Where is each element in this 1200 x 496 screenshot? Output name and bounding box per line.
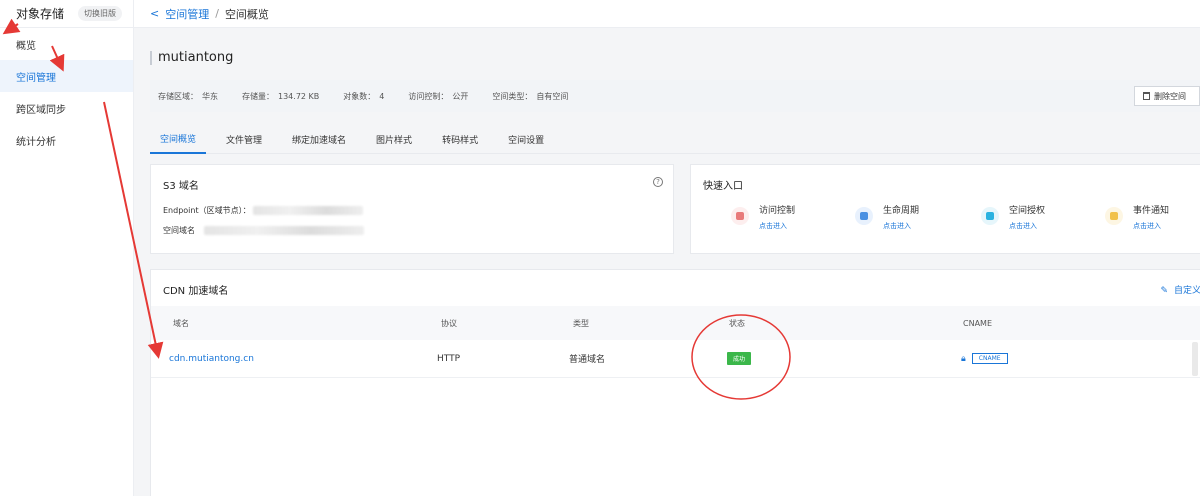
info-type-value: 自有空间 — [536, 91, 569, 101]
help-icon[interactable]: ? — [653, 177, 663, 187]
sidebar-item-overview[interactable]: 概览 — [0, 28, 133, 60]
column-header-status: 状态 — [729, 318, 745, 328]
info-objects: 对象数： 4 — [343, 91, 384, 102]
info-region: 存储区域： 华东 — [158, 91, 218, 102]
quick-item-label: 访问控制 — [759, 206, 796, 216]
main-content: mutiantong 存储区域： 华东 存储量： 134.72 KB 对象数： 4 访… — [134, 28, 1200, 496]
status-badge: 成功 — [727, 352, 752, 365]
breadcrumb: < 空间管理 / 空间概览 — [134, 0, 1200, 28]
column-header-type: 类型 — [573, 318, 589, 328]
cname-cell: 🔒︎ CNAME — [961, 340, 1008, 377]
sidebar-item-statistics[interactable]: 统计分析 — [0, 124, 133, 156]
switch-old-version-button[interactable]: 切换旧版 — [78, 6, 123, 21]
table-header: 域名 协议 类型 状态 CNAME — [151, 306, 1200, 340]
blurred-domain — [203, 226, 364, 235]
bucket-info-bar: 存储区域： 华东 存储量： 134.72 KB 对象数： 4 访问控制： 公开 空间类型… — [150, 80, 1200, 112]
page-title: mutiantong — [158, 50, 234, 65]
info-type-label: 空间类型： — [492, 91, 533, 101]
info-objects-label: 对象数： — [343, 91, 376, 101]
quick-lifecycle[interactable]: 生命周期 点击进入 — [855, 203, 919, 231]
tab-file-management[interactable]: 文件管理 — [216, 124, 272, 154]
column-header-domain: 域名 — [173, 318, 189, 328]
quick-event-notification[interactable]: 事件通知 点击进入 — [1105, 203, 1169, 231]
delete-bucket-button[interactable]: 删除空间 — [1134, 86, 1200, 106]
breadcrumb-separator: / — [215, 7, 219, 20]
breadcrumb-parent-link[interactable]: 空间管理 — [165, 6, 209, 22]
info-type: 空间类型： 自有空间 — [492, 91, 568, 102]
sidebar-item-cross-region-sync[interactable]: 跨区域同步 — [0, 92, 133, 124]
info-storage-value: 134.72 KB — [278, 91, 320, 101]
custom-domain-label: 自定义域名 — [1173, 286, 1200, 296]
lock-icon — [731, 207, 749, 225]
trash-icon — [1143, 92, 1150, 100]
document-icon — [1105, 207, 1123, 225]
sidebar-title: 对象存储 — [16, 7, 65, 21]
table-row: cdn.mutiantong.cn HTTP 普通域名 成功 🔒︎ CNAME — [151, 340, 1200, 378]
info-storage: 存储量： 134.72 KB — [242, 91, 319, 102]
quick-entry-card: 快速入口 访问控制点击进入 生命周期点击进入 空间授权点击进入 事件通知点击进入 — [690, 164, 1200, 254]
quick-item-label: 事件通知 — [1133, 206, 1170, 216]
s3-endpoint-row: Endpoint（区域节点）： — [163, 205, 364, 216]
tab-bucket-settings[interactable]: 空间设置 — [498, 124, 554, 154]
sidebar-header: 对象存储 切换旧版 — [0, 0, 133, 28]
info-access-value: 公开 — [452, 91, 469, 101]
title-accent-bar — [150, 50, 152, 65]
page-title-row: mutiantong — [150, 50, 233, 65]
quick-item-link[interactable]: 点击进入 — [759, 221, 795, 231]
tab-bind-domain[interactable]: 绑定加速域名 — [282, 124, 356, 154]
cube-icon — [981, 207, 999, 225]
cdn-protocol: HTTP — [437, 353, 461, 364]
column-header-cname: CNAME — [963, 318, 992, 328]
cdn-domain-link[interactable]: cdn.mutiantong.cn — [169, 340, 254, 377]
info-access-label: 访问控制： — [408, 91, 449, 101]
info-objects-value: 4 — [379, 91, 385, 101]
s3-domain-card: S3 域名 ? Endpoint（区域节点）： 空间域名 — [150, 164, 674, 254]
tab-transcode-style[interactable]: 转码样式 — [432, 124, 488, 154]
info-region-value: 华东 — [202, 91, 218, 101]
quick-item-link[interactable]: 点击进入 — [1009, 221, 1045, 231]
info-region-label: 存储区域： — [158, 91, 198, 101]
quick-bucket-authorization[interactable]: 空间授权 点击进入 — [981, 203, 1045, 231]
sidebar: 对象存储 切换旧版 概览 空间管理 跨区域同步 统计分析 — [0, 0, 134, 496]
custom-domain-link[interactable]: ✎ 自定义域名 — [1160, 283, 1200, 296]
info-storage-label: 存储量： — [242, 91, 274, 101]
cdn-domain-card: CDN 加速域名 ✎ 自定义域名 域名 协议 类型 状态 CNAME cdn.mu… — [150, 269, 1200, 496]
pencil-icon: ✎ — [1160, 286, 1168, 296]
quick-item-link[interactable]: 点击进入 — [1133, 221, 1169, 231]
s3-domain-label: 空间域名 — [163, 226, 195, 235]
quick-card-title: 快速入口 — [703, 181, 743, 192]
cdn-card-title: CDN 加速域名 — [163, 286, 229, 297]
status-cell: 成功 — [727, 340, 752, 377]
lifecycle-icon — [855, 207, 873, 225]
sidebar-item-bucket-management[interactable]: 空间管理 — [0, 60, 133, 92]
blurred-endpoint — [253, 206, 364, 215]
tab-overview[interactable]: 空间概览 — [150, 124, 207, 154]
cname-tag[interactable]: CNAME — [971, 353, 1008, 364]
s3-domain-row: 空间域名 — [163, 225, 364, 236]
lock-icon[interactable]: 🔒︎ — [961, 354, 966, 364]
quick-item-label: 空间授权 — [1009, 206, 1046, 216]
quick-item-link[interactable]: 点击进入 — [883, 221, 919, 231]
s3-card-title: S3 域名 — [163, 181, 199, 192]
back-chevron-icon[interactable]: < — [150, 7, 159, 20]
column-header-protocol: 协议 — [441, 318, 457, 328]
breadcrumb-current: 空间概览 — [224, 7, 269, 21]
cdn-type: 普通域名 — [569, 355, 606, 365]
delete-bucket-label: 删除空间 — [1154, 91, 1186, 101]
tab-image-style[interactable]: 图片样式 — [366, 124, 422, 154]
tab-bar: 空间概览 文件管理 绑定加速域名 图片样式 转码样式 空间设置 — [150, 124, 1200, 154]
quick-item-label: 生命周期 — [883, 206, 920, 216]
s3-endpoint-label: Endpoint（区域节点）： — [163, 206, 251, 215]
quick-access-control[interactable]: 访问控制 点击进入 — [731, 203, 795, 231]
info-access: 访问控制： 公开 — [408, 91, 468, 102]
